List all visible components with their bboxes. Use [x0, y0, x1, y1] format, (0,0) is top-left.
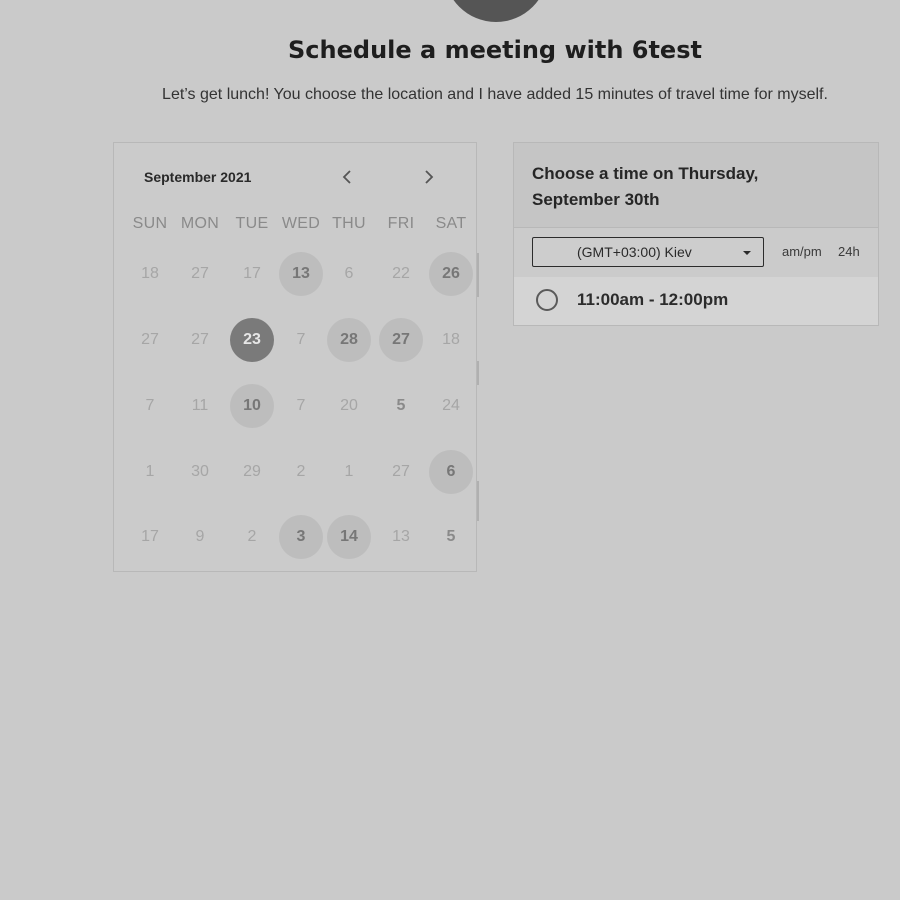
calendar-day-selected[interactable]: 23 — [230, 318, 274, 362]
calendar-day: 7 — [145, 397, 155, 414]
calendar-day: 5 — [396, 397, 406, 414]
prev-month-button[interactable] — [335, 165, 359, 189]
page-title: Schedule a meeting with 6test — [288, 36, 702, 64]
calendar-day: 7 — [296, 331, 306, 348]
calendar-day: 30 — [191, 463, 209, 480]
calendar-day: 1 — [145, 463, 155, 480]
calendar-day: 2 — [247, 528, 257, 545]
chevron-right-icon — [425, 170, 434, 184]
weekday-label: MON — [180, 215, 220, 232]
calendar: September 2021 SUN MON TUE WED THU FRI SAT 18 2… — [113, 142, 479, 572]
calendar-scroll-edge — [477, 361, 479, 385]
calendar-day[interactable]: 14 — [327, 515, 371, 559]
calendar-day: 20 — [340, 397, 358, 414]
format-ampm-toggle[interactable]: am/pm — [782, 244, 822, 259]
calendar-day[interactable]: 27 — [379, 318, 423, 362]
calendar-scroll-edge — [477, 481, 479, 521]
calendar-day[interactable]: 3 — [279, 515, 323, 559]
time-slot[interactable]: 11:00am - 12:00pm — [514, 277, 878, 325]
calendar-day: 18 — [442, 331, 460, 348]
calendar-day[interactable]: 13 — [279, 252, 323, 296]
timezone-select[interactable]: (GMT+03:00) Kiev — [532, 237, 764, 267]
timezone-value: (GMT+03:00) Kiev — [577, 244, 692, 260]
weekday-label: WED — [281, 215, 321, 232]
calendar-day: 6 — [344, 265, 354, 282]
calendar-scroll-edge — [477, 253, 479, 297]
calendar-day: 27 — [191, 265, 209, 282]
calendar-day: 29 — [243, 463, 261, 480]
calendar-day: 22 — [392, 265, 410, 282]
host-avatar — [444, 0, 548, 22]
weekday-label: THU — [332, 215, 366, 232]
calendar-day[interactable]: 26 — [429, 252, 473, 296]
weekday-label: TUE — [235, 215, 269, 232]
page-description: Let’s get lunch! You choose the location… — [162, 86, 828, 103]
calendar-day[interactable]: 6 — [429, 450, 473, 494]
caret-down-icon — [743, 251, 751, 255]
calendar-day: 24 — [442, 397, 460, 414]
weekday-label: SAT — [435, 215, 467, 232]
calendar-day: 13 — [392, 528, 410, 545]
weekday-label: SUN — [132, 215, 168, 232]
time-panel-header: Choose a time on Thursday, September 30t… — [514, 143, 878, 228]
format-24h-toggle[interactable]: 24h — [838, 244, 860, 259]
calendar-day: 18 — [141, 265, 159, 282]
calendar-day: 7 — [296, 397, 306, 414]
calendar-month-label: September 2021 — [144, 169, 252, 185]
calendar-day: 17 — [243, 265, 261, 282]
calendar-day: 11 — [191, 397, 209, 414]
calendar-day: 27 — [392, 463, 410, 480]
time-slot-radio[interactable] — [536, 289, 558, 311]
calendar-day: 2 — [296, 463, 306, 480]
calendar-day: 5 — [446, 528, 456, 545]
calendar-day: 27 — [191, 331, 209, 348]
time-picker-panel: Choose a time on Thursday, September 30t… — [513, 142, 879, 326]
calendar-day[interactable]: 28 — [327, 318, 371, 362]
weekday-label: FRI — [387, 215, 415, 232]
calendar-day: 27 — [141, 331, 159, 348]
calendar-day: 17 — [141, 528, 159, 545]
calendar-day: 1 — [344, 463, 354, 480]
calendar-day[interactable]: 10 — [230, 384, 274, 428]
calendar-day: 9 — [195, 528, 205, 545]
weekday-header: SUN MON TUE WED THU FRI SAT — [114, 215, 478, 235]
time-panel-heading: Choose a time on Thursday, September 30t… — [532, 164, 759, 209]
time-slot-label: 11:00am - 12:00pm — [577, 290, 729, 309]
chevron-left-icon — [342, 170, 351, 184]
next-month-button[interactable] — [417, 165, 441, 189]
